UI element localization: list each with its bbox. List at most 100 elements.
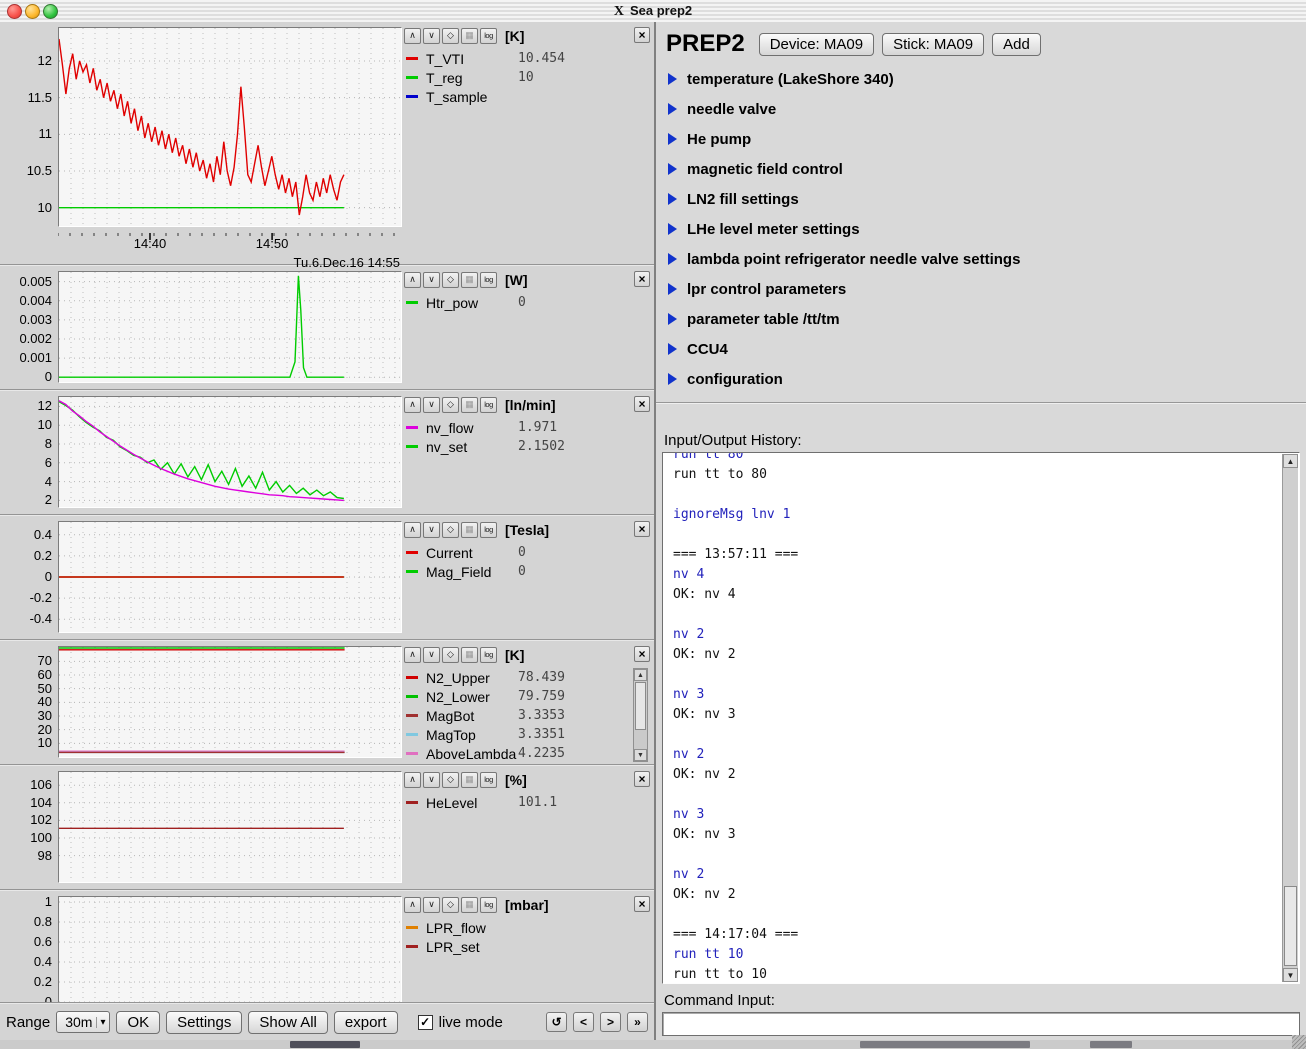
scrollbar-thumb[interactable] xyxy=(1284,886,1297,966)
log-scale-button[interactable]: log xyxy=(480,522,497,538)
zoom-mode-button[interactable]: ▦ xyxy=(461,772,478,788)
chart-plot[interactable] xyxy=(58,896,402,1008)
zoom-mode-button[interactable]: ▦ xyxy=(461,28,478,44)
legend-entry[interactable]: T_sample xyxy=(406,87,630,106)
scale-down-button[interactable]: ∨ xyxy=(423,272,440,288)
section-row-4[interactable]: LN2 fill settings xyxy=(668,184,1306,214)
zoom-mode-button[interactable]: ▦ xyxy=(461,397,478,413)
legend-entry[interactable]: N2_Lower79.759 xyxy=(406,687,630,706)
autoscale-button[interactable]: ◇ xyxy=(442,272,459,288)
go-to-end-button[interactable]: » xyxy=(627,1012,648,1032)
log-scale-button[interactable]: log xyxy=(480,897,497,913)
close-chart-button[interactable]: × xyxy=(634,646,650,662)
chart-plot[interactable] xyxy=(58,396,402,508)
expand-arrow-icon[interactable] xyxy=(668,253,677,265)
legend-entry[interactable]: nv_set2.1502 xyxy=(406,437,630,456)
console-scrollbar[interactable]: ▲ ▼ xyxy=(1282,454,1298,982)
section-row-10[interactable]: configuration xyxy=(668,364,1306,394)
scale-down-button[interactable]: ∨ xyxy=(423,522,440,538)
section-row-2[interactable]: He pump xyxy=(668,124,1306,154)
section-row-1[interactable]: needle valve xyxy=(668,94,1306,124)
section-row-5[interactable]: LHe level meter settings xyxy=(668,214,1306,244)
scale-up-button[interactable]: ∧ xyxy=(404,647,421,663)
scale-down-button[interactable]: ∨ xyxy=(423,397,440,413)
close-chart-button[interactable]: × xyxy=(634,771,650,787)
expand-arrow-icon[interactable] xyxy=(668,313,677,325)
expand-arrow-icon[interactable] xyxy=(668,193,677,205)
section-row-9[interactable]: CCU4 xyxy=(668,334,1306,364)
close-chart-button[interactable]: × xyxy=(634,521,650,537)
legend-entry[interactable]: LPR_set xyxy=(406,937,630,956)
scale-up-button[interactable]: ∧ xyxy=(404,397,421,413)
legend-entry[interactable]: T_reg10 xyxy=(406,68,630,87)
scroll-down-icon[interactable]: ▼ xyxy=(1283,968,1298,982)
resize-grip[interactable] xyxy=(1292,1035,1306,1049)
chart-plot[interactable] xyxy=(58,771,402,883)
autoscale-button[interactable]: ◇ xyxy=(442,28,459,44)
expand-arrow-icon[interactable] xyxy=(668,343,677,355)
scroll-up-icon[interactable]: ▲ xyxy=(634,669,647,681)
expand-arrow-icon[interactable] xyxy=(668,73,677,85)
show-all-button[interactable]: Show All xyxy=(248,1011,328,1034)
expand-arrow-icon[interactable] xyxy=(668,133,677,145)
scale-up-button[interactable]: ∧ xyxy=(404,772,421,788)
autoscale-button[interactable]: ◇ xyxy=(442,522,459,538)
legend-entry[interactable]: Mag_Field0 xyxy=(406,562,630,581)
scale-up-button[interactable]: ∧ xyxy=(404,272,421,288)
section-row-6[interactable]: lambda point refrigerator needle valve s… xyxy=(668,244,1306,274)
scale-up-button[interactable]: ∧ xyxy=(404,28,421,44)
export-button[interactable]: export xyxy=(334,1011,398,1034)
autoscale-button[interactable]: ◇ xyxy=(442,772,459,788)
close-chart-button[interactable]: × xyxy=(634,27,650,43)
scale-down-button[interactable]: ∨ xyxy=(423,897,440,913)
ok-button[interactable]: OK xyxy=(116,1011,160,1034)
scroll-down-icon[interactable]: ▼ xyxy=(634,749,647,761)
scrollbar-thumb[interactable] xyxy=(635,682,646,730)
add-button[interactable]: Add xyxy=(992,33,1041,56)
chart-plot[interactable] xyxy=(58,521,402,633)
window-titlebar[interactable]: XSea prep2 xyxy=(0,0,1306,23)
scale-up-button[interactable]: ∧ xyxy=(404,522,421,538)
log-scale-button[interactable]: log xyxy=(480,397,497,413)
stick-button[interactable]: Stick: MA09 xyxy=(882,33,984,56)
section-row-8[interactable]: parameter table /tt/tm xyxy=(668,304,1306,334)
expand-arrow-icon[interactable] xyxy=(668,283,677,295)
legend-entry[interactable]: AboveLambda4.2235 xyxy=(406,744,630,763)
live-mode-checkbox[interactable]: ✓ xyxy=(418,1015,433,1030)
settings-button[interactable]: Settings xyxy=(166,1011,242,1034)
expand-arrow-icon[interactable] xyxy=(668,163,677,175)
autoscale-button[interactable]: ◇ xyxy=(442,647,459,663)
pan-left-button[interactable]: < xyxy=(573,1012,594,1032)
autoscale-button[interactable]: ◇ xyxy=(442,897,459,913)
log-scale-button[interactable]: log xyxy=(480,772,497,788)
scale-down-button[interactable]: ∨ xyxy=(423,647,440,663)
legend-entry[interactable]: HeLevel101.1 xyxy=(406,793,630,812)
zoom-mode-button[interactable]: ▦ xyxy=(461,897,478,913)
legend-entry[interactable]: MagTop3.3351 xyxy=(406,725,630,744)
autoscale-button[interactable]: ◇ xyxy=(442,397,459,413)
scroll-up-icon[interactable]: ▲ xyxy=(1283,454,1298,468)
zoom-mode-button[interactable]: ▦ xyxy=(461,647,478,663)
legend-entry[interactable]: nv_flow1.971 xyxy=(406,418,630,437)
section-row-7[interactable]: lpr control parameters xyxy=(668,274,1306,304)
legend-entry[interactable]: N2_Upper78.439 xyxy=(406,668,630,687)
legend-entry[interactable]: Current0 xyxy=(406,543,630,562)
close-chart-button[interactable]: × xyxy=(634,271,650,287)
io-history-console[interactable]: run tt 80run tt to 80 ignoreMsg lnv 1 ==… xyxy=(662,452,1300,984)
zoom-mode-button[interactable]: ▦ xyxy=(461,522,478,538)
range-select[interactable]: 30m ▾ xyxy=(56,1011,110,1033)
close-chart-button[interactable]: × xyxy=(634,896,650,912)
expand-arrow-icon[interactable] xyxy=(668,103,677,115)
device-button[interactable]: Device: MA09 xyxy=(759,33,874,56)
close-chart-button[interactable]: × xyxy=(634,396,650,412)
chart-plot[interactable] xyxy=(58,27,402,227)
scale-down-button[interactable]: ∨ xyxy=(423,28,440,44)
log-scale-button[interactable]: log xyxy=(480,28,497,44)
scale-up-button[interactable]: ∧ xyxy=(404,897,421,913)
section-row-3[interactable]: magnetic field control xyxy=(668,154,1306,184)
legend-entry[interactable]: LPR_flow xyxy=(406,918,630,937)
expand-arrow-icon[interactable] xyxy=(668,223,677,235)
log-scale-button[interactable]: log xyxy=(480,272,497,288)
log-scale-button[interactable]: log xyxy=(480,647,497,663)
chart-plot[interactable] xyxy=(58,271,402,383)
